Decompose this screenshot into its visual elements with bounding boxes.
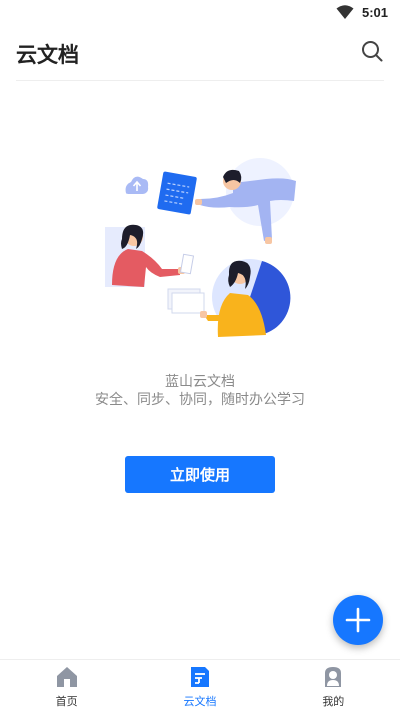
get-started-button[interactable]: 立即使用 xyxy=(125,456,275,493)
tab-cloud-documents-label: 云文档 xyxy=(183,695,217,708)
tab-profile-label: 我的 xyxy=(322,695,345,708)
plus-icon xyxy=(345,607,371,633)
tab-profile[interactable]: 我的 xyxy=(267,660,400,710)
search-icon xyxy=(362,41,383,62)
status-time: 5:01 xyxy=(361,4,388,20)
wifi-icon xyxy=(336,4,354,20)
tab-cloud-documents[interactable]: 云文档 xyxy=(133,660,266,710)
app-header: 云文档 xyxy=(16,26,384,81)
status-bar: 5:01 xyxy=(0,0,400,26)
add-fab-button[interactable] xyxy=(333,595,383,645)
bottom-navigation: 首页 云文档 我的 xyxy=(0,659,400,710)
collaboration-illustration xyxy=(100,155,300,345)
search-button[interactable] xyxy=(360,39,384,63)
person-left xyxy=(105,224,195,287)
empty-state-title: 蓝山云文档 xyxy=(165,374,235,390)
upload-cloud-icon xyxy=(125,176,149,194)
tab-home[interactable]: 首页 xyxy=(0,660,133,710)
document-icon xyxy=(157,171,197,215)
empty-state-subtitle: 安全、同步、协同，随时办公学习 xyxy=(95,392,305,408)
tab-home-label: 首页 xyxy=(55,695,78,708)
status-icons: 5:01 xyxy=(336,4,388,20)
profile-icon xyxy=(325,667,342,687)
cloud-document-icon xyxy=(190,667,209,687)
home-icon xyxy=(56,667,77,687)
page-title: 云文档 xyxy=(16,43,79,67)
